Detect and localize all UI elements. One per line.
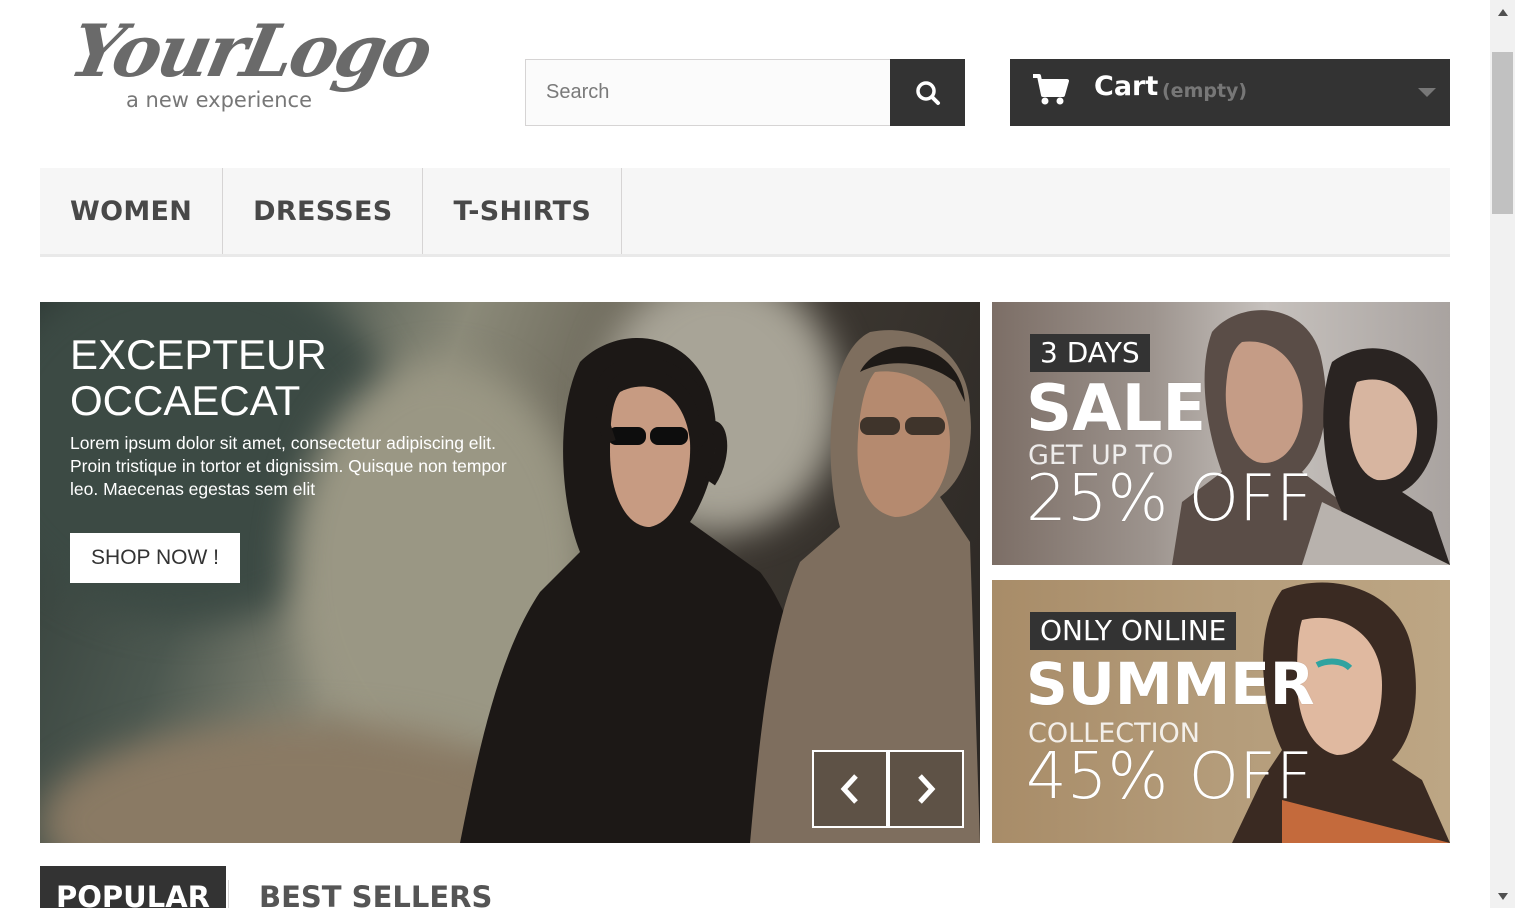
promo-banner-sale[interactable]: 3 DAYS SALE GET UP TO 25% OFF — [992, 302, 1450, 565]
logo-text: YourLogo — [62, 8, 438, 93]
shop-now-button[interactable]: SHOP NOW ! — [70, 533, 240, 583]
logo-tagline: a new experience — [126, 88, 313, 112]
slide-title: EXCEPTEUR OCCAECAT — [70, 331, 327, 424]
slider-prev-button[interactable] — [812, 750, 888, 828]
banner-offer: 25% OFF — [1026, 462, 1313, 536]
search-icon — [915, 80, 940, 105]
promo-banner-summer[interactable]: ONLY ONLINE SUMMER COLLECTION 45% OFF — [992, 580, 1450, 843]
tab-best-sellers[interactable]: BEST SELLERS — [243, 866, 509, 908]
slide-description: Lorem ipsum dolor sit amet, consectetur … — [70, 433, 507, 499]
banner-headline: SUMMER — [1026, 650, 1315, 718]
banner-tag: 3 DAYS — [1030, 334, 1150, 372]
search-input[interactable] — [526, 60, 890, 125]
shopping-cart-icon — [1033, 74, 1069, 105]
menu-item-women[interactable]: WOMEN — [40, 168, 224, 254]
chevron-left-icon — [840, 774, 858, 804]
cart-button[interactable]: Cart (empty) — [1010, 59, 1450, 126]
search-button[interactable] — [890, 59, 965, 126]
tab-divider — [228, 880, 229, 908]
banner-tag: ONLY ONLINE — [1030, 612, 1237, 650]
scroll-thumb[interactable] — [1492, 52, 1513, 214]
search-form — [525, 59, 965, 126]
cart-status: (empty) — [1162, 80, 1248, 102]
cart-label: Cart — [1094, 71, 1159, 102]
banner-headline: SALE — [1026, 372, 1207, 446]
arrow-up-icon — [1497, 8, 1508, 16]
main-menu: WOMEN DRESSES T-SHIRTS — [40, 168, 1450, 257]
chevron-right-icon — [918, 774, 936, 804]
page-scrollbar[interactable] — [1490, 0, 1515, 908]
menu-item-t-shirts[interactable]: T-SHIRTS — [423, 168, 623, 254]
caret-down-icon — [1418, 88, 1436, 97]
menu-item-dresses[interactable]: DRESSES — [223, 168, 424, 254]
scroll-up-button[interactable] — [1490, 0, 1515, 24]
site-logo[interactable]: YourLogo a new experience — [63, 8, 438, 118]
banner-offer: 45% OFF — [1026, 740, 1313, 814]
scroll-down-button[interactable] — [1490, 884, 1515, 908]
tab-popular[interactable]: POPULAR — [40, 866, 226, 908]
slider-next-button[interactable] — [888, 750, 964, 828]
hero-slider: EXCEPTEUR OCCAECAT Lorem ipsum dolor sit… — [40, 302, 980, 843]
arrow-down-icon — [1497, 892, 1508, 900]
